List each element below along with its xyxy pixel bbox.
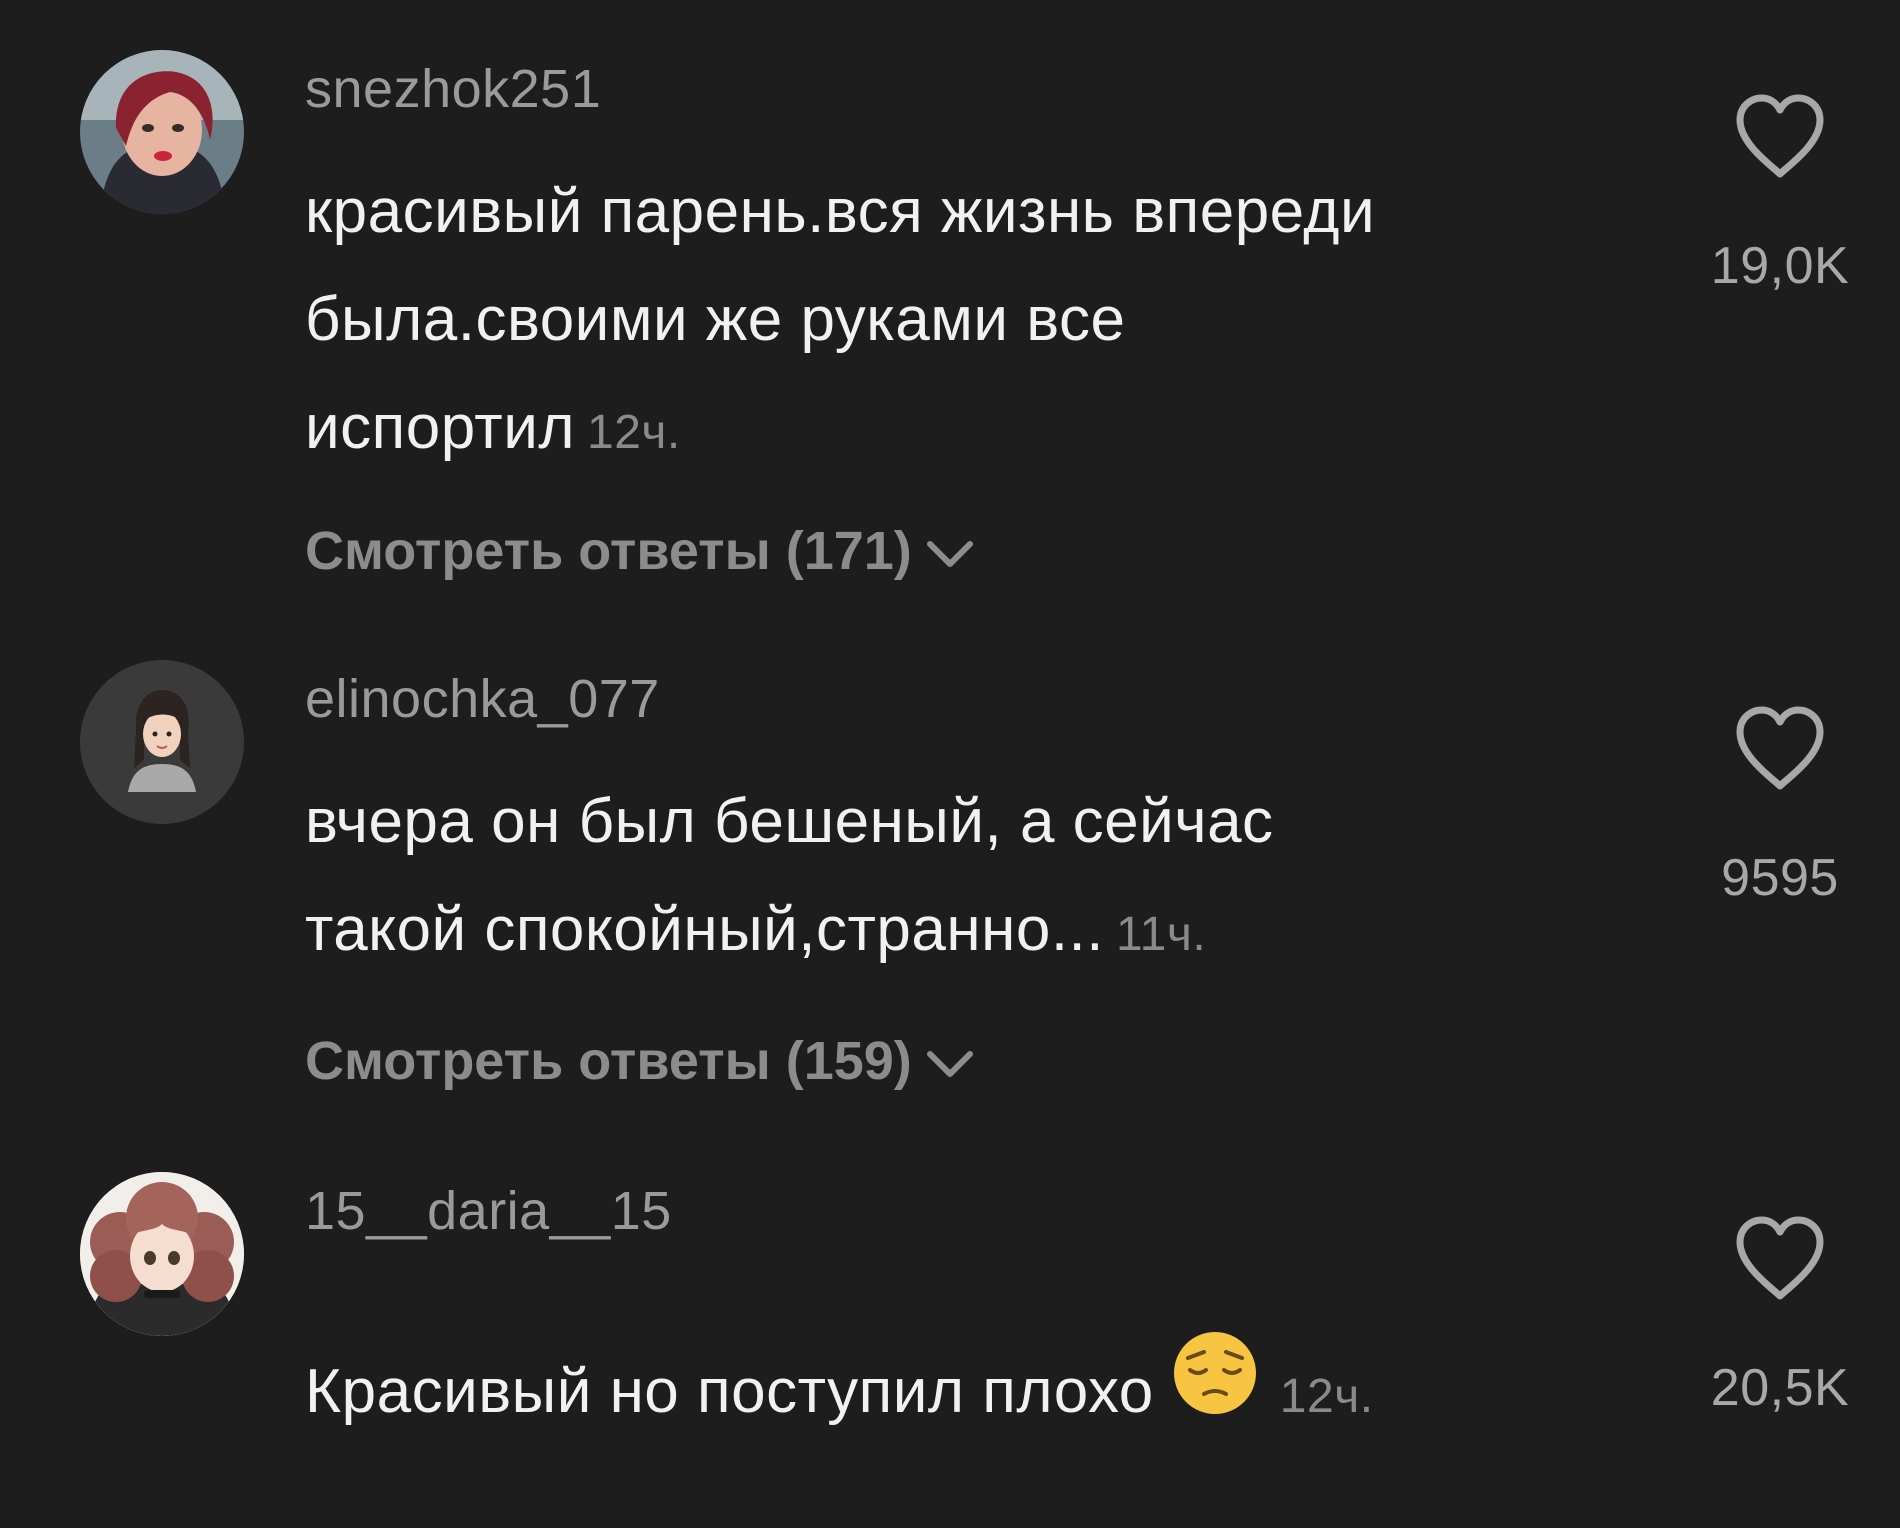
like-count: 20,5K	[1710, 1359, 1850, 1417]
like-control: 9595	[1660, 704, 1900, 908]
like-control: 20,5K	[1660, 1214, 1900, 1418]
timestamp: 11ч.	[1116, 908, 1207, 961]
avatar[interactable]	[80, 660, 244, 824]
comment-text: красивый парень.вся жизнь впереди была.с…	[305, 158, 1375, 487]
comment-text-line: такой спокойный,странно...	[305, 895, 1104, 964]
heart-icon[interactable]	[1732, 704, 1828, 792]
avatar[interactable]	[80, 50, 244, 214]
heart-icon[interactable]	[1732, 1214, 1828, 1302]
timestamp: 12ч.	[1279, 1370, 1374, 1423]
username[interactable]: 15__daria__15	[305, 1180, 672, 1242]
timestamp: 12ч.	[587, 406, 681, 459]
username[interactable]: snezhok251	[305, 58, 601, 120]
heart-icon[interactable]	[1732, 92, 1828, 180]
view-replies-button[interactable]: Смотреть ответы (159)	[305, 1030, 974, 1092]
comment-text-line: испортил	[305, 393, 576, 462]
comment-text-line: была.своими же руками все	[305, 285, 1126, 354]
chevron-down-icon	[926, 520, 974, 582]
avatar[interactable]	[80, 1172, 244, 1336]
view-replies-button[interactable]: Смотреть ответы (171)	[305, 520, 974, 582]
chevron-down-icon	[926, 1030, 974, 1092]
username[interactable]: elinochka_077	[305, 668, 660, 730]
like-count: 9595	[1721, 849, 1839, 907]
view-replies-label: Смотреть ответы (159)	[305, 1031, 912, 1091]
comment-text: вчера он был бешеный, а сейчас такой спо…	[305, 768, 1274, 989]
like-count: 19,0K	[1710, 237, 1850, 295]
comment-text-line: вчера он был бешеный, а сейчас	[305, 787, 1274, 856]
view-replies-label: Смотреть ответы (171)	[305, 521, 912, 581]
comment-text-line: красивый парень.вся жизнь впереди	[305, 177, 1376, 246]
like-control: 19,0K	[1660, 92, 1900, 296]
pensive-face-emoji	[1172, 1330, 1258, 1450]
comment-text-line: Красивый но поступил плохо	[305, 1357, 1154, 1426]
comment-text: Красивый но поступил плохо 12ч.	[305, 1331, 1374, 1451]
